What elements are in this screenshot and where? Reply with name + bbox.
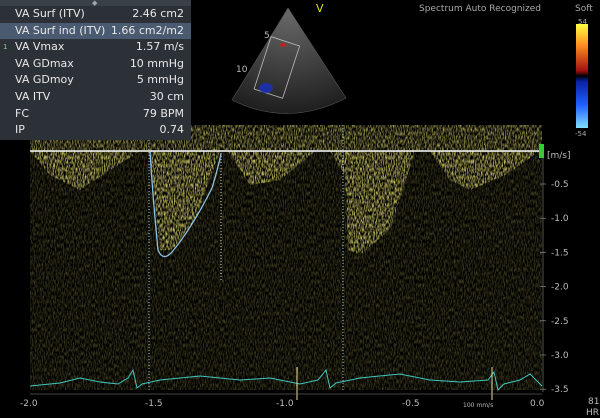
measurement-row[interactable]: 1 VA Vmax 1.57 m/s xyxy=(0,39,191,56)
measurement-row[interactable]: IP 0.74 xyxy=(0,122,191,139)
measurement-row[interactable]: VA GDmoy 5 mmHg xyxy=(0,72,191,89)
measurement-value: 2.46 cm2 xyxy=(132,7,184,20)
measurement-value: 0.74 xyxy=(159,123,185,137)
y-tick-label: -0.5 xyxy=(551,180,569,190)
color-scale-top: 54 xyxy=(578,18,587,26)
measurement-row[interactable]: VA Surf ind (ITV) 1.66 cm2/m2 xyxy=(0,22,191,40)
velocity-axis: [m/s] -0.5 -1.0 -1.5 -2.0 -2.5 -3.0 -3.5 xyxy=(540,150,571,395)
hr-label: HR xyxy=(586,408,599,418)
y-tick-label: -2.0 xyxy=(551,283,569,293)
x-tick-label: -1.5 xyxy=(145,399,163,409)
measurement-row[interactable]: VA Surf (ITV) 2.46 cm2 xyxy=(0,6,191,23)
time-axis: -2.0 -1.5 -1.0 -0.5 0.0 100 mm/s xyxy=(20,393,545,409)
measurement-label: VA GDmoy xyxy=(15,73,74,87)
measurement-row[interactable]: FC 79 BPM xyxy=(0,106,191,123)
y-tick-label: -3.0 xyxy=(551,351,569,361)
measurement-label: VA Surf (ITV) xyxy=(15,7,85,20)
status-label: Spectrum Auto Recognized xyxy=(419,4,541,14)
2d-sector-image: 5 10 xyxy=(231,7,347,114)
measurement-value: 5 mmHg xyxy=(136,73,184,87)
measurement-index: 1 xyxy=(3,43,8,52)
sweep-speed: 100 mm/s xyxy=(463,402,493,409)
depth-mark-5: 5 xyxy=(264,31,270,41)
measurement-panel: ◆ VA Surf (ITV) 2.46 cm2 VA Surf ind (ITV)… xyxy=(0,0,191,140)
x-tick-label: -0.5 xyxy=(402,399,420,409)
x-tick-label: -1.0 xyxy=(276,399,294,409)
y-tick-label: -2.5 xyxy=(551,317,569,327)
ultrasound-screen: 5 10 [m/s] -0.5 -1.0 -1.5 -2.0 -2.5 -3.0 -3.5 xyxy=(0,0,600,418)
axis-unit: [m/s] xyxy=(547,151,571,161)
measurement-value: 1.57 m/s xyxy=(135,40,184,54)
y-tick-label: -1.0 xyxy=(551,214,569,224)
preset-label[interactable]: Soft xyxy=(575,4,593,14)
depth-mark-10: 10 xyxy=(236,65,248,75)
color-scale-bar xyxy=(576,24,588,128)
measurement-label: VA Vmax xyxy=(15,40,65,54)
spectral-envelopes xyxy=(30,150,542,390)
measurement-row[interactable]: VA GDmax 10 mmHg xyxy=(0,56,191,73)
x-tick-label: 0.0 xyxy=(530,399,545,409)
y-tick-label: -3.5 xyxy=(551,385,569,395)
measurement-value: 10 mmHg xyxy=(129,56,184,70)
y-tick-label: -1.5 xyxy=(551,248,569,258)
x-tick-label: -2.0 xyxy=(20,399,38,409)
measurement-label: VA Surf ind (ITV) xyxy=(15,23,106,37)
measurement-label: VA ITV xyxy=(15,89,51,103)
measurement-value: 30 cm xyxy=(149,89,184,103)
measurement-value: 79 BPM xyxy=(142,106,184,120)
measurement-label: FC xyxy=(15,106,30,120)
measurement-value: 1.66 cm2/m2 xyxy=(110,23,184,37)
view-marker: V xyxy=(316,2,324,15)
hr-value: 81 xyxy=(588,397,599,407)
measurement-label: VA GDmax xyxy=(15,56,74,70)
measurement-label: IP xyxy=(15,123,25,137)
color-scale-bottom: -54 xyxy=(575,130,587,138)
measurement-row[interactable]: VA ITV 30 cm xyxy=(0,89,191,106)
